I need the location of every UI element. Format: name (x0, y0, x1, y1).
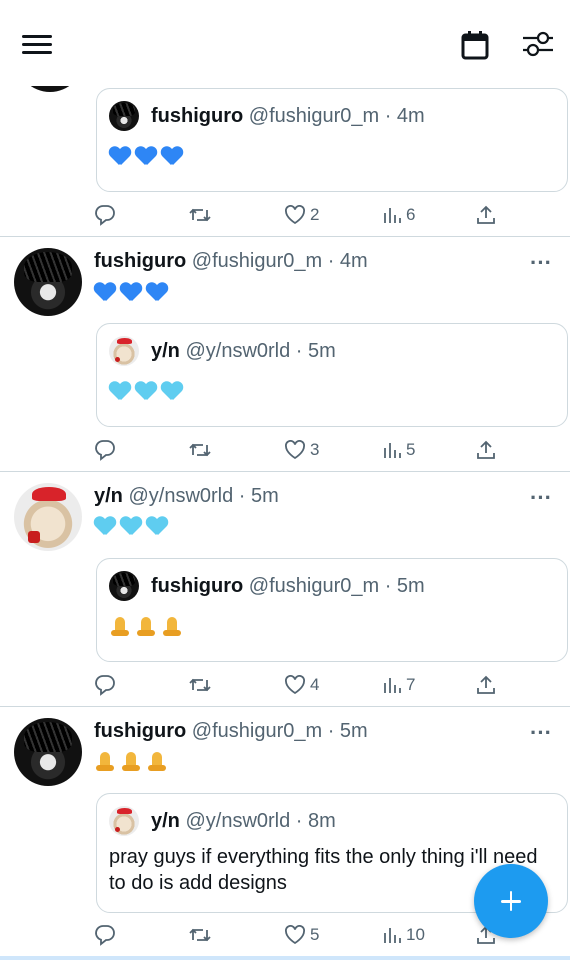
divider (0, 706, 570, 707)
like-button[interactable]: 3 (284, 438, 319, 462)
quote-author-meta: @fushigur0_m · 5m (248, 575, 425, 597)
views-button[interactable]: 10 (382, 923, 425, 947)
share-button[interactable] (476, 438, 496, 462)
share-button[interactable] (476, 673, 496, 697)
author-meta: @fushigur0_m · 5m (191, 720, 368, 742)
share-icon (477, 440, 495, 459)
reply-icon (95, 440, 115, 461)
heart-icon (285, 925, 305, 945)
post-actions: 2 6 (94, 203, 504, 227)
heart-icon (285, 440, 305, 460)
views-button[interactable]: 7 (382, 673, 415, 697)
quote-avatar (109, 571, 139, 601)
like-button[interactable]: 5 (284, 923, 319, 947)
quote-author-name: y/n (151, 810, 180, 832)
like-button[interactable]: 2 (284, 203, 319, 227)
repost-button[interactable] (188, 203, 212, 227)
views-icon (384, 678, 401, 693)
more-options-button[interactable]: ··· (530, 252, 552, 274)
more-options-button[interactable]: ··· (530, 722, 552, 744)
divider (0, 471, 570, 472)
share-icon (477, 205, 495, 224)
quote-emoji (109, 147, 187, 173)
post-emoji (94, 752, 172, 778)
repost-icon (189, 208, 211, 222)
like-count: 3 (310, 440, 320, 459)
quote-author-meta: @y/nsw0rld · 5m (185, 340, 336, 362)
quote-author-name: y/n (151, 340, 180, 362)
quote-avatar (109, 101, 139, 131)
share-icon (477, 675, 495, 694)
top-bar (0, 0, 570, 86)
post-actions: 4 7 (94, 673, 504, 697)
views-count: 10 (406, 925, 425, 944)
post-emoji (94, 283, 172, 309)
quoted-post[interactable]: y/n @y/nsw0rld · 5m (96, 323, 568, 427)
quote-emoji (109, 382, 187, 408)
heart-icon (285, 675, 305, 695)
avatar[interactable] (14, 718, 82, 786)
reply-button[interactable] (94, 673, 116, 697)
like-count: 2 (310, 205, 320, 224)
quote-avatar (109, 806, 139, 836)
heart-icon (285, 205, 305, 225)
sliders-icon[interactable] (522, 30, 554, 63)
share-button[interactable] (476, 203, 496, 227)
like-count: 4 (310, 675, 320, 694)
views-count: 6 (406, 205, 416, 224)
reply-icon (95, 925, 115, 946)
more-options-button[interactable]: ··· (530, 487, 552, 509)
calendar-icon[interactable] (461, 30, 489, 65)
post-actions: 5 10 (94, 923, 504, 947)
post-emoji (94, 517, 172, 543)
reply-button[interactable] (94, 923, 116, 947)
avatar[interactable] (14, 248, 82, 316)
reply-button[interactable] (94, 203, 116, 227)
avatar[interactable] (14, 483, 82, 551)
views-icon (384, 928, 401, 943)
repost-icon (189, 928, 211, 942)
divider (0, 236, 570, 237)
quoted-post[interactable]: fushiguro @fushigur0_m · 4m (96, 88, 568, 192)
repost-icon (189, 678, 211, 692)
views-count: 5 (406, 440, 416, 459)
views-icon (384, 208, 401, 223)
views-button[interactable]: 5 (382, 438, 415, 462)
quoted-post[interactable]: fushiguro @fushigur0_m · 5m (96, 558, 568, 662)
reply-icon (95, 205, 115, 226)
quote-avatar (109, 336, 139, 366)
repost-button[interactable] (188, 673, 212, 697)
views-icon (384, 443, 401, 458)
like-button[interactable]: 4 (284, 673, 319, 697)
compose-plus-button[interactable] (474, 864, 548, 938)
author-meta: @fushigur0_m · 4m (191, 250, 368, 272)
views-button[interactable]: 6 (382, 203, 415, 227)
hamburger-menu-icon[interactable] (22, 35, 54, 55)
quote-author-name: fushiguro (151, 105, 244, 127)
author-name[interactable]: fushiguro (94, 250, 186, 272)
like-count: 5 (310, 925, 320, 944)
author-name[interactable]: fushiguro (94, 720, 186, 742)
quote-author-meta: @y/nsw0rld · 8m (185, 810, 336, 832)
quote-author-name: fushiguro (151, 575, 244, 597)
author-meta: @y/nsw0rld · 5m (128, 485, 279, 507)
reply-button[interactable] (94, 438, 116, 462)
repost-button[interactable] (188, 923, 212, 947)
quote-author-meta: @fushigur0_m · 4m (248, 105, 425, 127)
views-count: 7 (406, 675, 416, 694)
post-actions: 3 5 (94, 438, 504, 462)
reply-icon (95, 675, 115, 696)
repost-button[interactable] (188, 438, 212, 462)
repost-icon (189, 443, 211, 457)
bottom-edge (0, 956, 570, 960)
quote-emoji (109, 617, 187, 643)
author-name[interactable]: y/n (94, 485, 123, 507)
